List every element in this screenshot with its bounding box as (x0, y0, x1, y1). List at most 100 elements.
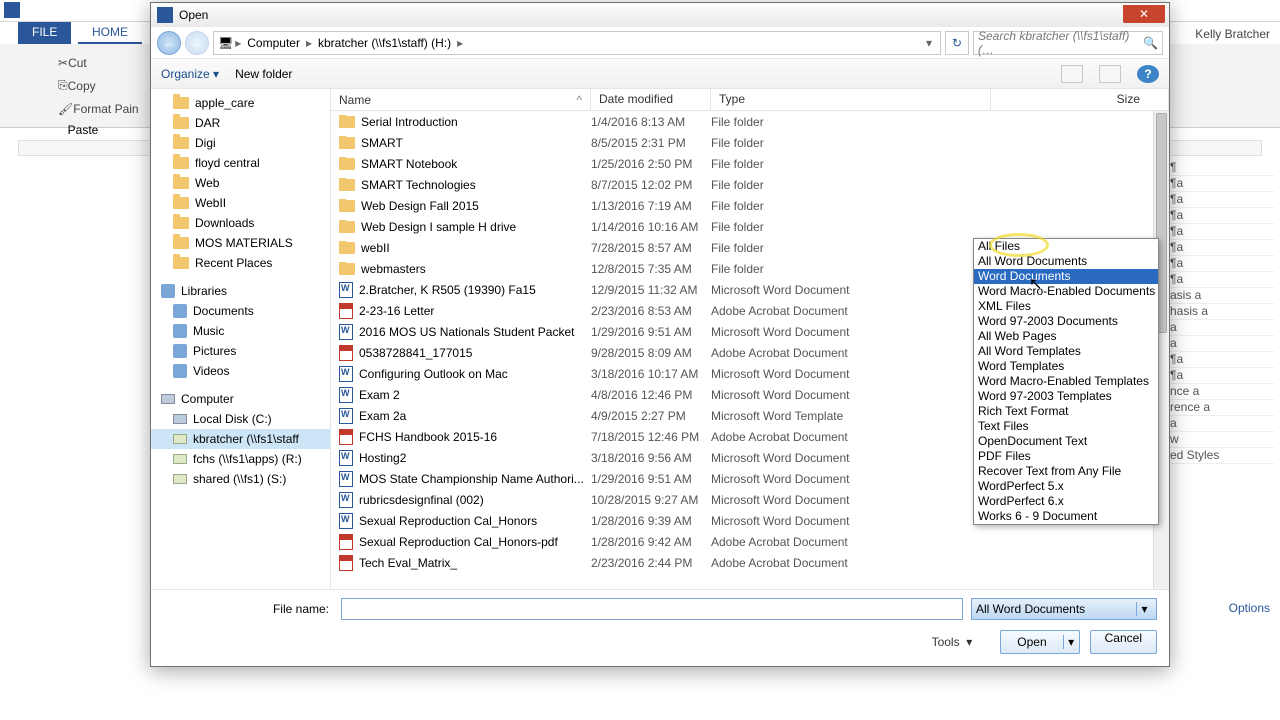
nav-library[interactable]: Music (151, 321, 330, 341)
style-item[interactable]: a (1164, 320, 1274, 336)
file-tab[interactable]: FILE (18, 22, 71, 44)
nav-libraries-header[interactable]: Libraries (151, 281, 330, 301)
filetype-option[interactable]: Word 97-2003 Templates (974, 389, 1158, 404)
file-row[interactable]: Tech Eval_Matrix_ 2/23/2016 2:44 PM Adob… (331, 552, 1169, 573)
tools-button[interactable]: Tools ▾ (932, 635, 973, 649)
col-type[interactable]: Type (711, 89, 991, 110)
style-item[interactable]: ¶a (1164, 224, 1274, 240)
nav-drive[interactable]: shared (\\fs1) (S:) (151, 469, 330, 489)
refresh-button[interactable]: ↻ (945, 31, 969, 55)
filetype-option[interactable]: All Word Templates (974, 344, 1158, 359)
style-item[interactable]: a (1164, 336, 1274, 352)
filetype-option[interactable]: Word Templates (974, 359, 1158, 374)
filetype-option[interactable]: XML Files (974, 299, 1158, 314)
nav-pane[interactable]: apple_careDARDigifloyd centralWebWebIIDo… (151, 89, 331, 589)
chevron-right-icon[interactable]: ▸ (457, 36, 463, 50)
style-item[interactable]: ¶a (1164, 240, 1274, 256)
crumb-drive[interactable]: kbratcher (\\fs1\staff) (H:) (314, 36, 455, 50)
filetype-option[interactable]: Word Macro-Enabled Documents (974, 284, 1158, 299)
nav-folder[interactable]: Web (151, 173, 330, 193)
filetype-option[interactable]: All Web Pages (974, 329, 1158, 344)
style-item[interactable]: w (1164, 432, 1274, 448)
style-item[interactable]: ¶a (1164, 256, 1274, 272)
format-painter-button[interactable]: 🖌 Format Pain (58, 98, 148, 119)
view-button[interactable] (1061, 65, 1083, 83)
style-item[interactable]: ¶a (1164, 272, 1274, 288)
nav-folder[interactable]: DAR (151, 113, 330, 133)
nav-folder[interactable]: WebII (151, 193, 330, 213)
chevron-down-icon[interactable]: ▾ (1136, 602, 1152, 616)
filetype-option[interactable]: Recover Text from Any File (974, 464, 1158, 479)
user-name[interactable]: Kelly Bratcher (1195, 27, 1270, 41)
copy-button[interactable]: ⎘ Copy (58, 75, 148, 96)
style-item[interactable]: ¶a (1164, 176, 1274, 192)
nav-drive[interactable]: Local Disk (C:) (151, 409, 330, 429)
col-name[interactable]: Name^ (331, 89, 591, 110)
style-item[interactable]: ed Styles (1164, 448, 1274, 464)
nav-library[interactable]: Pictures (151, 341, 330, 361)
search-input[interactable]: Search kbratcher (\\fs1\staff) (… 🔍 (973, 31, 1163, 55)
style-item[interactable]: ¶a (1164, 368, 1274, 384)
filetype-option[interactable]: OpenDocument Text (974, 434, 1158, 449)
nav-drive[interactable]: fchs (\\fs1\apps) (R:) (151, 449, 330, 469)
filetype-option[interactable]: Word Documents (974, 269, 1158, 284)
col-size[interactable]: Size (991, 89, 1169, 110)
col-date[interactable]: Date modified (591, 89, 711, 110)
file-row[interactable]: Sexual Reproduction Cal_Honors-pdf 1/28/… (331, 531, 1169, 552)
file-row[interactable]: SMART Notebook 1/25/2016 2:50 PM File fo… (331, 153, 1169, 174)
file-row[interactable]: SMART Technologies 8/7/2015 12:02 PM Fil… (331, 174, 1169, 195)
nav-folder[interactable]: apple_care (151, 93, 330, 113)
file-row[interactable]: Web Design I sample H drive 1/14/2016 10… (331, 216, 1169, 237)
forward-button[interactable]: → (185, 31, 209, 55)
nav-computer-header[interactable]: Computer (151, 389, 330, 409)
nav-folder[interactable]: Digi (151, 133, 330, 153)
nav-library[interactable]: Documents (151, 301, 330, 321)
filetype-option[interactable]: Text Files (974, 419, 1158, 434)
help-button[interactable]: ? (1137, 65, 1159, 83)
chevron-right-icon[interactable]: ▸ (235, 36, 241, 50)
style-item[interactable]: hasis a (1164, 304, 1274, 320)
filetype-option[interactable]: All Word Documents (974, 254, 1158, 269)
file-row[interactable]: Serial Introduction 1/4/2016 8:13 AM Fil… (331, 111, 1169, 132)
paste-button[interactable]: Paste (18, 123, 148, 137)
filetype-option[interactable]: Works 6 - 9 Document (974, 509, 1158, 524)
filetype-option[interactable]: WordPerfect 6.x (974, 494, 1158, 509)
filetype-option[interactable]: Word 97-2003 Documents (974, 314, 1158, 329)
nav-folder[interactable]: Recent Places (151, 253, 330, 273)
nav-library[interactable]: Videos (151, 361, 330, 381)
nav-drive[interactable]: kbratcher (\\fs1\staff (151, 429, 330, 449)
style-item[interactable]: rence a (1164, 400, 1274, 416)
filetype-dropdown-list[interactable]: All FilesAll Word DocumentsWord Document… (973, 238, 1159, 525)
nav-folder[interactable]: floyd central (151, 153, 330, 173)
style-item[interactable]: ¶a (1164, 192, 1274, 208)
style-item[interactable]: nce a (1164, 384, 1274, 400)
style-item[interactable]: ¶a (1164, 208, 1274, 224)
style-item[interactable]: asis a (1164, 288, 1274, 304)
file-row[interactable]: Web Design Fall 2015 1/13/2016 7:19 AM F… (331, 195, 1169, 216)
nav-folder[interactable]: MOS MATERIALS (151, 233, 330, 253)
filetype-combo[interactable]: All Word Documents ▾ (971, 598, 1157, 620)
nav-folder[interactable]: Downloads (151, 213, 330, 233)
dialog-titlebar[interactable]: Open ✕ (151, 3, 1169, 27)
style-item[interactable]: ¶a (1164, 352, 1274, 368)
home-tab[interactable]: HOME (78, 22, 142, 44)
new-folder-button[interactable]: New folder (235, 67, 292, 81)
filetype-option[interactable]: WordPerfect 5.x (974, 479, 1158, 494)
chevron-right-icon[interactable]: ▸ (306, 36, 312, 50)
breadcrumb[interactable]: 🖥 ▸ Computer ▸ kbratcher (\\fs1\staff) (… (213, 31, 941, 55)
filetype-option[interactable]: Word Macro-Enabled Templates (974, 374, 1158, 389)
style-item[interactable]: ¶ (1164, 160, 1274, 176)
crumb-dropdown[interactable]: ▾ (922, 36, 936, 50)
open-button[interactable]: Open▾ (1000, 630, 1079, 654)
file-row[interactable]: SMART 8/5/2015 2:31 PM File folder (331, 132, 1169, 153)
cut-button[interactable]: ✂ Cut (58, 52, 148, 73)
column-headers[interactable]: Name^ Date modified Type Size (331, 89, 1169, 111)
crumb-computer[interactable]: Computer (243, 36, 304, 50)
open-split-chevron[interactable]: ▾ (1063, 635, 1079, 649)
filename-input[interactable] (341, 598, 963, 620)
filetype-option[interactable]: PDF Files (974, 449, 1158, 464)
back-button[interactable]: ← (157, 31, 181, 55)
style-item[interactable]: a (1164, 416, 1274, 432)
organize-button[interactable]: Organize ▾ (161, 67, 219, 81)
filetype-option[interactable]: Rich Text Format (974, 404, 1158, 419)
